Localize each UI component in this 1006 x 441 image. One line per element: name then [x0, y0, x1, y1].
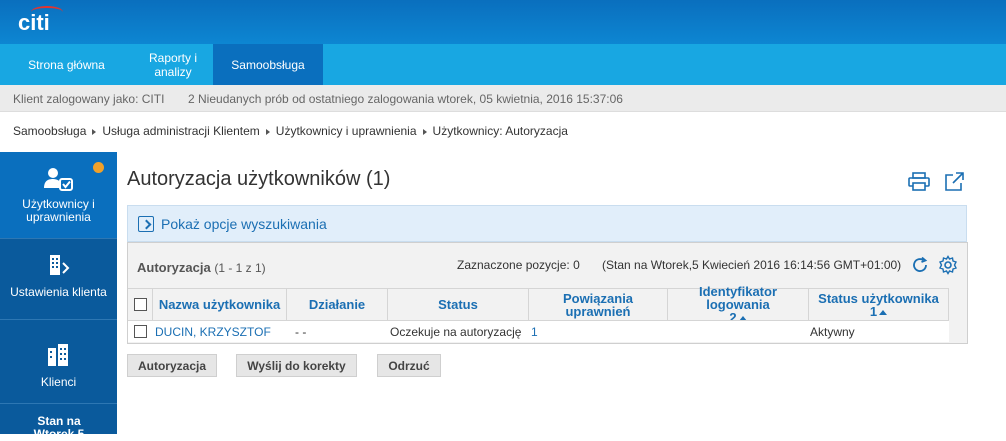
main-nav: Strona główna Raporty i analizy Samoobsł…	[0, 44, 1006, 85]
sidebar-item-label: Użytkownicy i uprawnienia	[22, 197, 95, 224]
sidebar: Użytkownicy i uprawnienia Ustawienia kli…	[0, 152, 117, 441]
citi-logo[interactable]: citi	[18, 6, 63, 36]
as-of-timestamp: (Stan na Wtorek,5 Kwiecień 2016 16:14:56…	[602, 258, 902, 272]
grid-title: Autoryzacja (1 - 1 z 1)	[137, 260, 266, 275]
breadcrumb-item[interactable]: Samoobsługa	[13, 124, 86, 138]
logo-arc	[31, 6, 63, 18]
chevron-right-icon[interactable]	[138, 216, 154, 232]
top-header: citi	[0, 0, 1006, 44]
cell-permission-links[interactable]: 1	[531, 325, 538, 339]
nav-reports[interactable]: Raporty i analizy	[133, 44, 213, 85]
breadcrumb-separator-icon	[422, 128, 427, 135]
breadcrumb-separator-icon	[92, 128, 97, 135]
nav-home[interactable]: Strona główna	[0, 44, 133, 85]
breadcrumb-current: Użytkownicy: Autoryzacja	[432, 124, 568, 138]
table-row[interactable]: DUCIN, KRZYSZTOF - - Oczekuje na autoryz…	[128, 320, 949, 342]
reject-button[interactable]: Odrzuć	[377, 354, 441, 377]
breadcrumb-separator-icon	[265, 128, 270, 135]
sort-ascending-icon	[879, 309, 888, 315]
cell-action: - -	[295, 325, 307, 339]
column-header-status[interactable]: Status	[388, 288, 529, 320]
login-status-bar: Klient zalogowany jako: CITI 2 Nieudanyc…	[0, 85, 1006, 112]
logged-in-text: Klient zalogowany jako: CITI	[13, 92, 165, 106]
sidebar-item-client-settings[interactable]: Ustawienia klienta	[0, 239, 117, 319]
sort-order: 1	[869, 303, 878, 319]
column-header-user-status-label: Status użytkownika	[818, 290, 939, 306]
column-header-permission-links[interactable]: Powiązania uprawnień	[529, 288, 668, 320]
refresh-icon[interactable]	[911, 256, 929, 274]
settings-gear-icon[interactable]	[938, 255, 958, 275]
authorize-button[interactable]: Autoryzacja	[127, 354, 217, 377]
column-header-login-id[interactable]: Identyfikator logowania 2	[668, 284, 809, 324]
buildings-icon	[48, 344, 68, 366]
failed-attempts-text: 2 Nieudanych prób od ostatniego zalogowa…	[188, 92, 623, 106]
cell-username-link[interactable]: DUCIN, KRZYSZTOF	[155, 325, 271, 339]
search-options-panel[interactable]: Pokaż opcje wyszukiwania	[127, 205, 967, 242]
sidebar-item-users[interactable]: Użytkownicy i uprawnienia	[0, 152, 117, 238]
select-all-checkbox[interactable]	[133, 298, 147, 311]
user-check-icon	[44, 168, 73, 191]
sort-indicator: 1	[869, 303, 888, 319]
grid-title-text: Autoryzacja	[137, 260, 211, 275]
row-checkbox[interactable]	[134, 325, 147, 338]
send-to-correction-button[interactable]: Wyślij do korekty	[236, 354, 357, 377]
breadcrumb: Samoobsługa Usługa administracji Klientem…	[13, 124, 568, 138]
sidebar-item-label: Klienci	[40, 375, 77, 389]
sidebar-item-as-of: Stan na Wtorek,5	[0, 404, 117, 441]
column-header-login-id-label: Identyfikator logowania	[698, 284, 777, 312]
search-options-toggle[interactable]: Pokaż opcje wyszukiwania	[161, 216, 327, 232]
breadcrumb-item[interactable]: Usługa administracji Klientem	[102, 124, 259, 138]
sidebar-as-of-label: Stan na Wtorek,5	[33, 414, 85, 441]
column-header-user-status[interactable]: Status użytkownika 1	[809, 288, 949, 320]
sidebar-item-clients[interactable]: Klienci	[0, 320, 117, 403]
authorization-grid: Autoryzacja (1 - 1 z 1) Zaznaczone pozyc…	[127, 242, 968, 344]
grid-count: (1 - 1 z 1)	[214, 261, 266, 275]
cell-status: Oczekuje na autoryzację	[390, 325, 522, 339]
breadcrumb-item[interactable]: Użytkownicy i uprawnienia	[276, 124, 417, 138]
notification-dot-icon	[93, 162, 104, 173]
cell-user-status: Aktywny	[810, 325, 855, 339]
selected-count: Zaznaczone pozycje: 0	[457, 258, 580, 272]
column-header-username[interactable]: Nazwa użytkownika	[153, 288, 287, 320]
sidebar-item-label: Ustawienia klienta	[10, 285, 107, 299]
page-title: Autoryzacja użytkowników (1)	[127, 168, 391, 190]
nav-selfservice[interactable]: Samoobsługa	[213, 44, 323, 85]
export-icon[interactable]	[944, 172, 965, 192]
column-header-action[interactable]: Działanie	[287, 288, 388, 320]
print-icon[interactable]	[908, 172, 930, 192]
building-settings-icon	[50, 255, 70, 275]
select-all-header	[128, 288, 153, 320]
